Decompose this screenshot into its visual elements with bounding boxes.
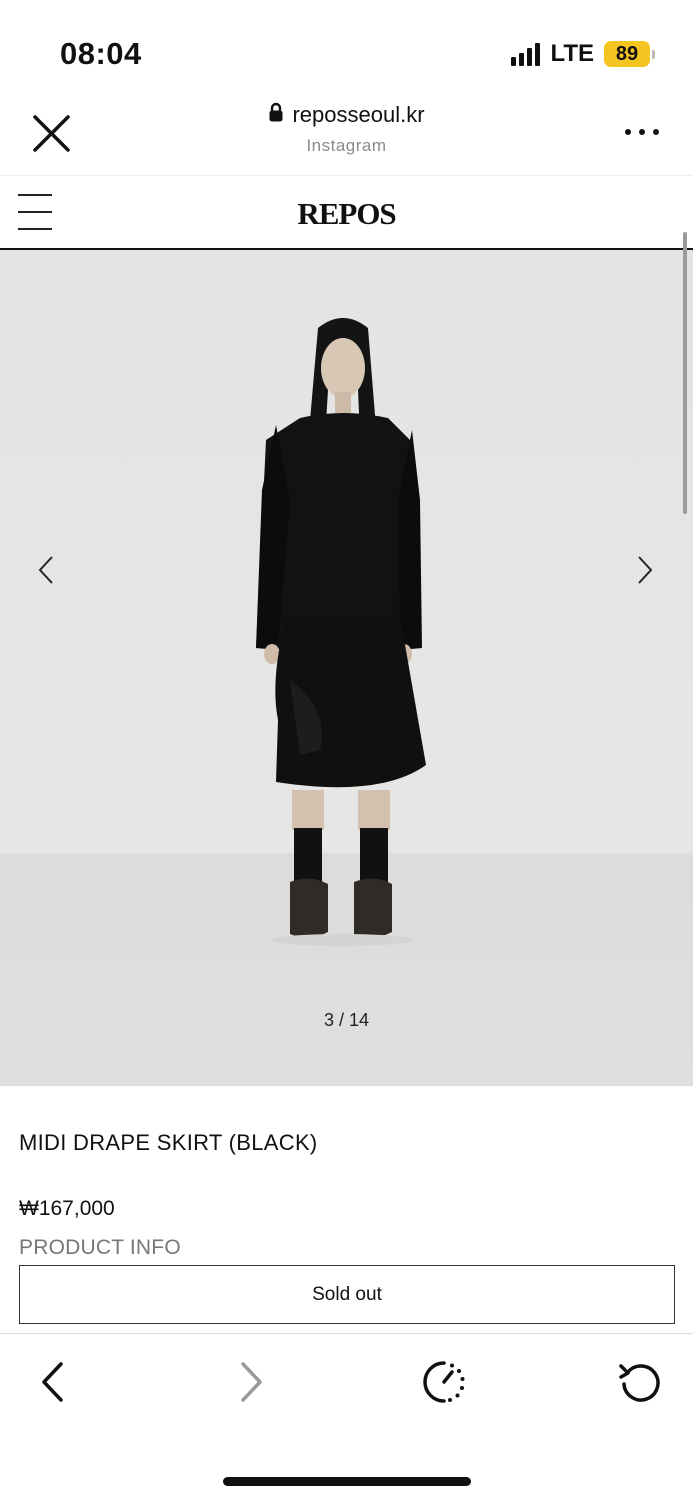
status-time: 08:04	[60, 36, 142, 71]
scrollbar[interactable]	[683, 232, 687, 514]
product-price: ₩167,000	[19, 1197, 115, 1220]
network-type: LTE	[550, 40, 594, 67]
product-gallery[interactable]: 3 / 14	[0, 250, 693, 1086]
forward-icon[interactable]	[228, 1360, 272, 1404]
battery-icon: 89	[604, 41, 655, 67]
url-domain: reposseoul.kr	[292, 102, 425, 127]
browser-header: reposseoul.kr Instagram	[0, 96, 693, 176]
speed-icon[interactable]	[422, 1360, 466, 1404]
reload-icon[interactable]	[618, 1360, 662, 1404]
status-bar: 08:04 LTE 89	[0, 0, 693, 100]
url-source: Instagram	[306, 136, 387, 155]
more-icon[interactable]	[625, 126, 659, 138]
gallery-counter: 3 / 14	[323, 1010, 370, 1030]
product-info-link[interactable]: PRODUCT INFO	[19, 1236, 181, 1260]
sold-out-button[interactable]: Sold out	[19, 1265, 675, 1324]
gallery-prev-icon[interactable]	[34, 553, 58, 587]
battery-level: 89	[604, 41, 650, 67]
browser-toolbar	[0, 1333, 693, 1500]
product-photo	[256, 318, 426, 946]
signal-icon	[511, 42, 541, 66]
gallery-next-icon[interactable]	[633, 553, 657, 587]
site-header: REPOS	[0, 176, 693, 250]
home-indicator[interactable]	[223, 1477, 471, 1486]
status-indicators: LTE 89	[511, 40, 655, 68]
site-logo[interactable]: REPOS	[0, 196, 693, 232]
lock-icon	[268, 102, 284, 128]
url-block[interactable]: reposseoul.kr Instagram	[0, 102, 693, 156]
back-icon[interactable]	[32, 1360, 76, 1404]
product-name: MIDI DRAPE SKIRT (BLACK)	[19, 1130, 318, 1155]
